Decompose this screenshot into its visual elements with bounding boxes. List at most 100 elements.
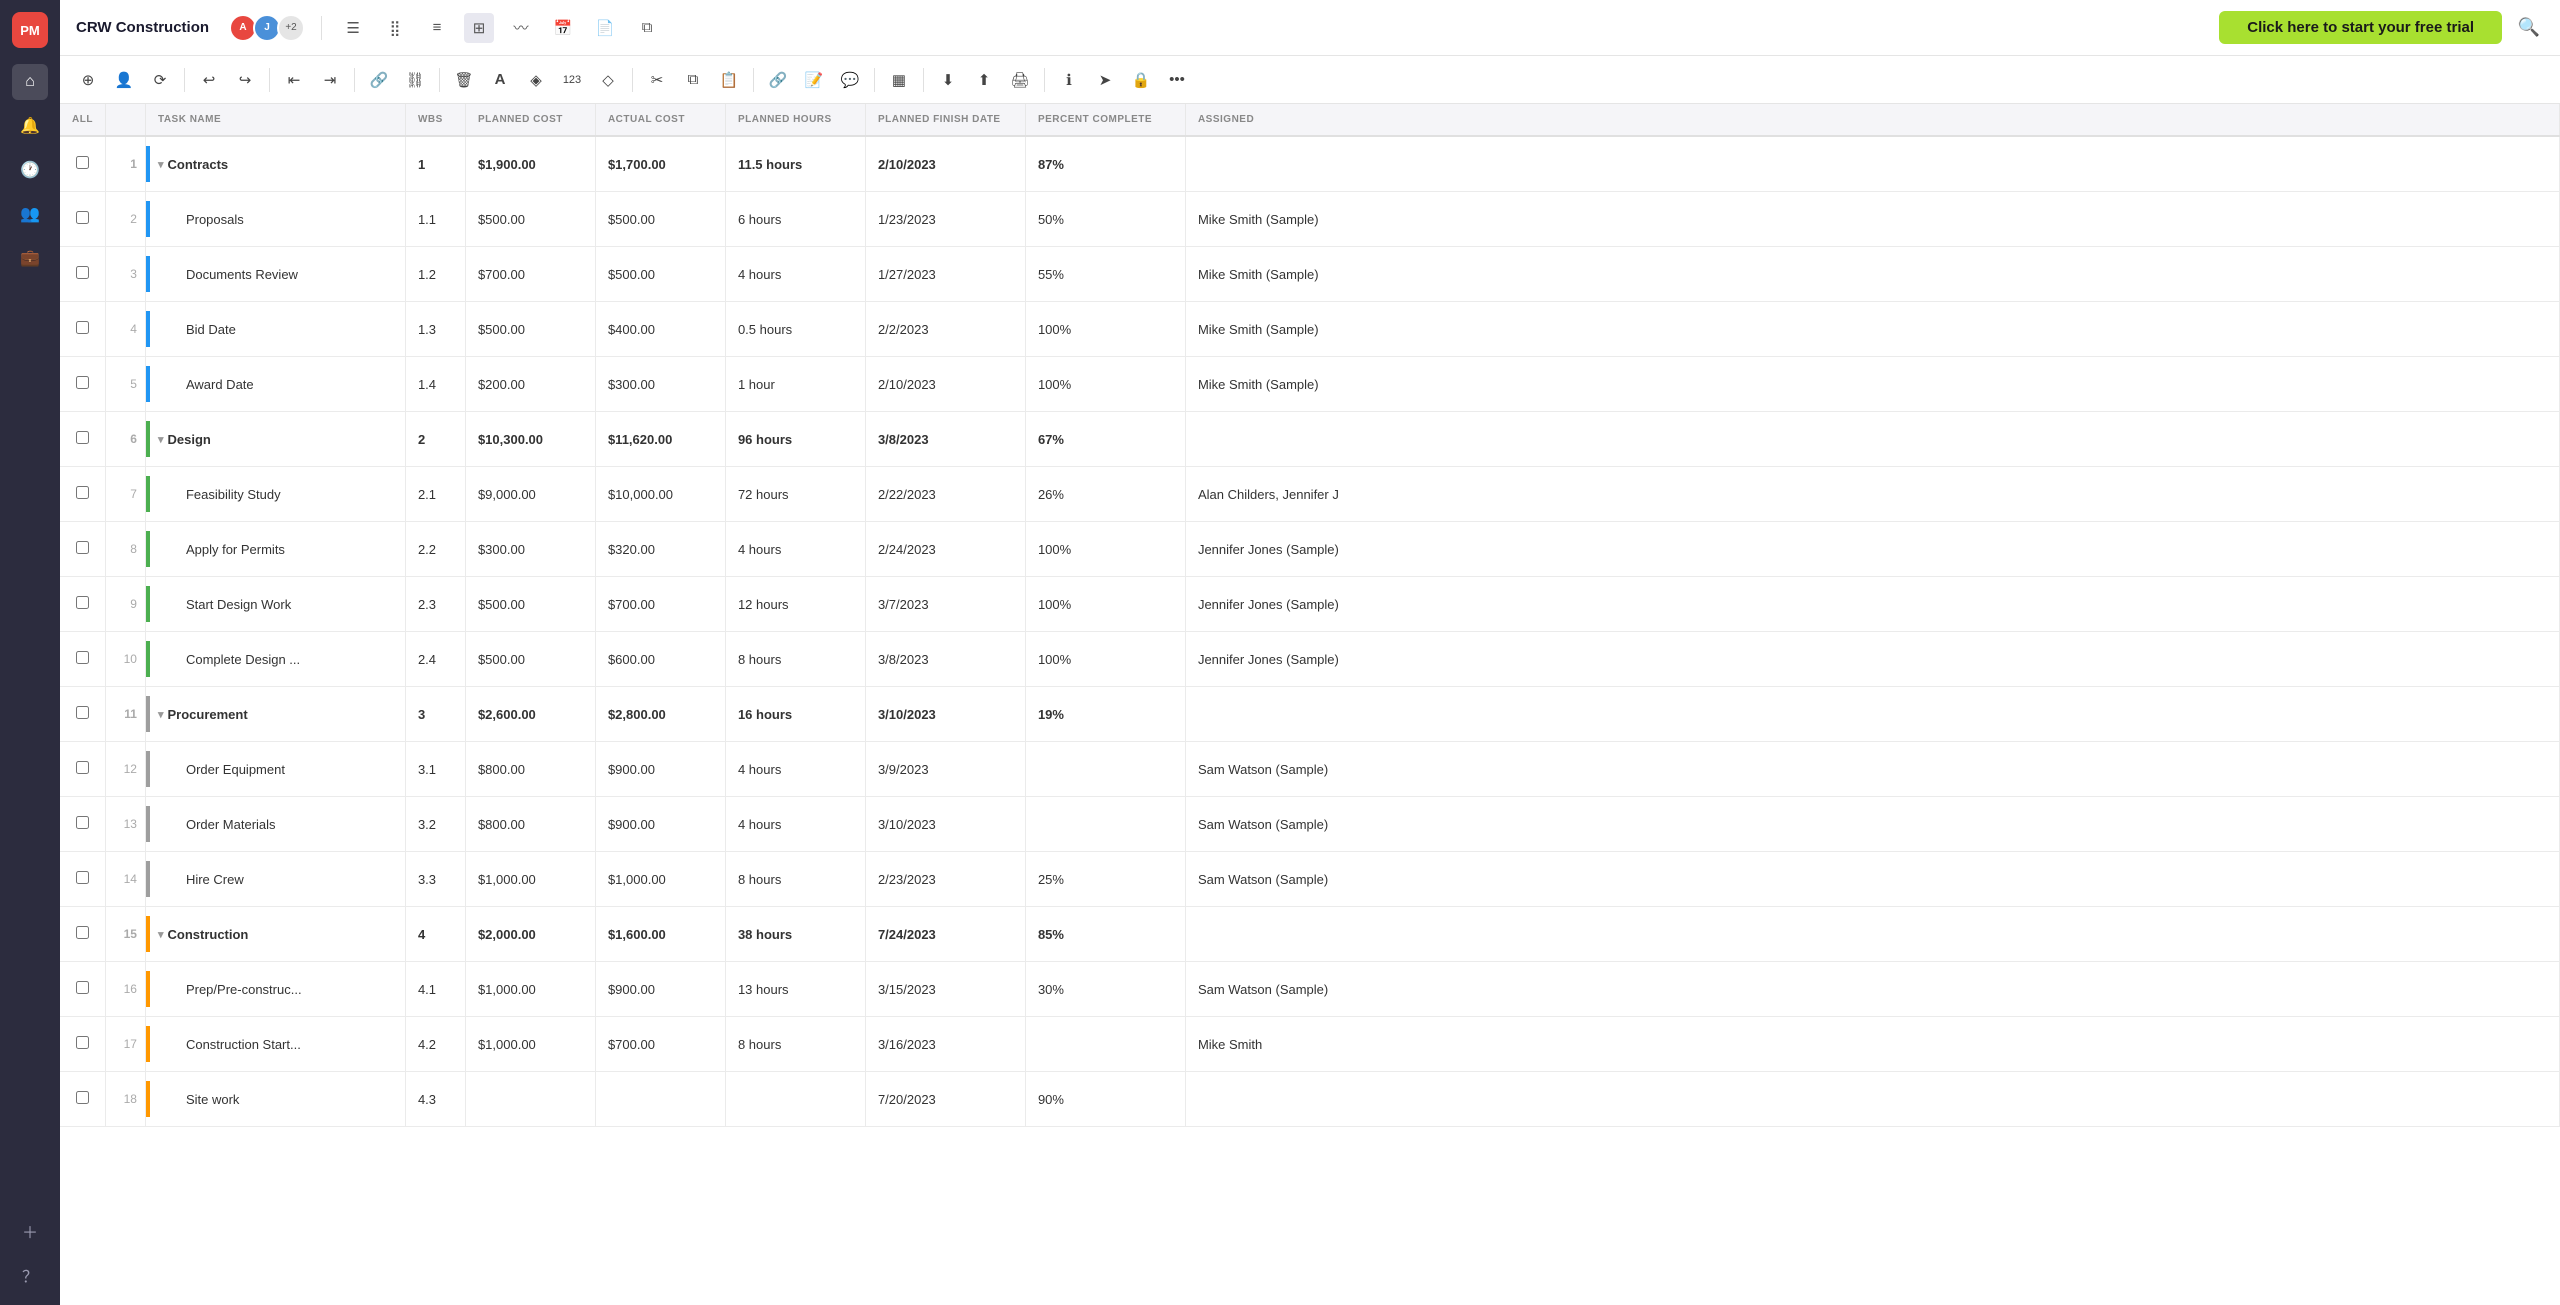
task-name-cell[interactable]: Bid Date xyxy=(145,302,405,357)
row-checkbox[interactable] xyxy=(76,1036,89,1049)
tool-indent-right[interactable]: ⇥ xyxy=(314,64,346,96)
row-checkbox-cell[interactable] xyxy=(60,907,105,962)
row-checkbox[interactable] xyxy=(76,1091,89,1104)
row-checkbox[interactable] xyxy=(76,321,89,334)
task-name-cell[interactable]: Feasibility Study xyxy=(145,467,405,522)
tool-cut[interactable]: ✂ xyxy=(641,64,673,96)
row-checkbox-cell[interactable] xyxy=(60,412,105,467)
sidebar-item-home[interactable]: ⌂ xyxy=(12,64,48,100)
calendar-icon[interactable]: 📅 xyxy=(548,13,578,43)
table-row[interactable]: 14 Hire Crew 3.3 $1,000.00 $1,000.00 8 h… xyxy=(60,852,2560,907)
col-planned-finish[interactable]: PLANNED FINISH DATE xyxy=(865,104,1025,136)
tool-paste[interactable]: 📋 xyxy=(713,64,745,96)
table-row[interactable]: 5 Award Date 1.4 $200.00 $300.00 1 hour … xyxy=(60,357,2560,412)
col-wbs[interactable]: WBS xyxy=(405,104,465,136)
task-name-cell[interactable]: Site work xyxy=(145,1072,405,1127)
row-checkbox-cell[interactable] xyxy=(60,357,105,412)
table-row[interactable]: 16 Prep/Pre-construc... 4.1 $1,000.00 $9… xyxy=(60,962,2560,1017)
table-row[interactable]: 3 Documents Review 1.2 $700.00 $500.00 4… xyxy=(60,247,2560,302)
table-row[interactable]: 4 Bid Date 1.3 $500.00 $400.00 0.5 hours… xyxy=(60,302,2560,357)
tool-info[interactable]: ℹ xyxy=(1053,64,1085,96)
row-checkbox-cell[interactable] xyxy=(60,247,105,302)
row-checkbox[interactable] xyxy=(76,376,89,389)
row-checkbox[interactable] xyxy=(76,266,89,279)
task-name-cell[interactable]: Order Materials xyxy=(145,797,405,852)
row-checkbox-cell[interactable] xyxy=(60,467,105,522)
table-row[interactable]: 9 Start Design Work 2.3 $500.00 $700.00 … xyxy=(60,577,2560,632)
sidebar-item-briefcase[interactable]: 💼 xyxy=(12,240,48,276)
task-name-cell[interactable]: Award Date xyxy=(145,357,405,412)
row-checkbox[interactable] xyxy=(76,926,89,939)
table-row[interactable]: 18 Site work 4.3 7/20/2023 90% xyxy=(60,1072,2560,1127)
split-icon[interactable]: ⧉ xyxy=(632,13,662,43)
task-name-cell[interactable]: ▾ Procurement xyxy=(145,687,405,742)
row-checkbox[interactable] xyxy=(76,486,89,499)
row-checkbox-cell[interactable] xyxy=(60,192,105,247)
row-checkbox-cell[interactable] xyxy=(60,577,105,632)
row-checkbox-cell[interactable] xyxy=(60,1072,105,1127)
col-all[interactable]: ALL xyxy=(60,104,105,136)
task-name-cell[interactable]: Proposals xyxy=(145,192,405,247)
row-checkbox[interactable] xyxy=(76,211,89,224)
row-checkbox-cell[interactable] xyxy=(60,1017,105,1072)
col-planned-cost[interactable]: PLANNED COST xyxy=(465,104,595,136)
tool-send[interactable]: ➤ xyxy=(1089,64,1121,96)
tool-copy[interactable]: ⧉ xyxy=(677,64,709,96)
task-name-cell[interactable]: Documents Review xyxy=(145,247,405,302)
row-checkbox[interactable] xyxy=(76,706,89,719)
col-planned-hours[interactable]: PLANNED HOURS xyxy=(725,104,865,136)
col-task-name[interactable]: TASK NAME xyxy=(145,104,405,136)
task-name-cell[interactable]: ▾ Construction xyxy=(145,907,405,962)
task-name-cell[interactable]: Complete Design ... xyxy=(145,632,405,687)
tool-refresh[interactable]: ⟳ xyxy=(144,64,176,96)
table-row[interactable]: 11 ▾ Procurement 3 $2,600.00 $2,800.00 1… xyxy=(60,687,2560,742)
table-row[interactable]: 2 Proposals 1.1 $500.00 $500.00 6 hours … xyxy=(60,192,2560,247)
tool-download[interactable]: ⬇ xyxy=(932,64,964,96)
menu-icon[interactable]: ☰ xyxy=(338,13,368,43)
task-name-cell[interactable]: Start Design Work xyxy=(145,577,405,632)
tool-notes[interactable]: 📝 xyxy=(798,64,830,96)
tool-highlight[interactable]: ◈ xyxy=(520,64,552,96)
app-logo[interactable]: PM xyxy=(12,12,48,48)
chart-icon[interactable]: ⣿ xyxy=(380,13,410,43)
task-name-cell[interactable]: ▾ Design xyxy=(145,412,405,467)
row-checkbox-cell[interactable] xyxy=(60,687,105,742)
sidebar-item-add[interactable]: ＋ xyxy=(12,1213,48,1249)
table-row[interactable]: 8 Apply for Permits 2.2 $300.00 $320.00 … xyxy=(60,522,2560,577)
table-row[interactable]: 13 Order Materials 3.2 $800.00 $900.00 4… xyxy=(60,797,2560,852)
col-percent-complete[interactable]: PERCENT COMPLETE xyxy=(1025,104,1185,136)
tool-hyperlink[interactable]: 🔗 xyxy=(762,64,794,96)
tool-link[interactable]: 🔗 xyxy=(363,64,395,96)
tool-lock[interactable]: 🔒 xyxy=(1125,64,1157,96)
collapse-icon[interactable]: ▾ xyxy=(158,708,164,721)
avatar-count[interactable]: +2 xyxy=(277,14,305,42)
table-row[interactable]: 1 ▾ Contracts 1 $1,900.00 $1,700.00 11.5… xyxy=(60,136,2560,192)
collapse-icon[interactable]: ▾ xyxy=(158,928,164,941)
sidebar-item-notifications[interactable]: 🔔 xyxy=(12,108,48,144)
row-checkbox[interactable] xyxy=(76,981,89,994)
row-checkbox-cell[interactable] xyxy=(60,136,105,192)
collapse-icon[interactable]: ▾ xyxy=(158,158,164,171)
tool-unlink[interactable]: ⛓ xyxy=(399,64,431,96)
row-checkbox[interactable] xyxy=(76,541,89,554)
row-checkbox[interactable] xyxy=(76,816,89,829)
tool-comment[interactable]: 💬 xyxy=(834,64,866,96)
row-checkbox-cell[interactable] xyxy=(60,632,105,687)
row-checkbox-cell[interactable] xyxy=(60,742,105,797)
row-checkbox-cell[interactable] xyxy=(60,522,105,577)
task-name-cell[interactable]: ▾ Contracts xyxy=(145,136,405,192)
tool-upload[interactable]: ⬆ xyxy=(968,64,1000,96)
task-name-cell[interactable]: Order Equipment xyxy=(145,742,405,797)
tool-columns[interactable]: ▦ xyxy=(883,64,915,96)
row-checkbox-cell[interactable] xyxy=(60,962,105,1017)
task-name-cell[interactable]: Apply for Permits xyxy=(145,522,405,577)
table-row[interactable]: 10 Complete Design ... 2.4 $500.00 $600.… xyxy=(60,632,2560,687)
gantt-icon[interactable]: 〰 xyxy=(506,13,536,43)
task-name-cell[interactable]: Hire Crew xyxy=(145,852,405,907)
table-row[interactable]: 12 Order Equipment 3.1 $800.00 $900.00 4… xyxy=(60,742,2560,797)
tool-indent-left[interactable]: ⇤ xyxy=(278,64,310,96)
task-name-cell[interactable]: Construction Start... xyxy=(145,1017,405,1072)
tool-font[interactable]: A xyxy=(484,64,516,96)
tool-diamond[interactable]: ◇ xyxy=(592,64,624,96)
row-checkbox[interactable] xyxy=(76,431,89,444)
